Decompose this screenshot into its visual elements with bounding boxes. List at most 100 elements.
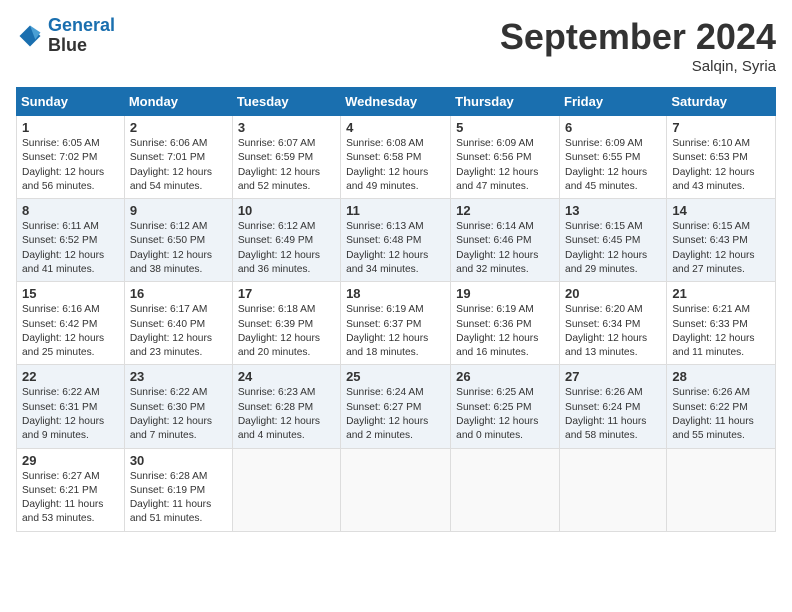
day-info: Sunrise: 6:26 AMSunset: 6:22 PMDaylight:…: [672, 387, 753, 441]
calendar-cell: 7 Sunrise: 6:10 AMSunset: 6:53 PMDayligh…: [667, 116, 776, 199]
day-number: 18: [346, 286, 445, 301]
day-info: Sunrise: 6:26 AMSunset: 6:24 PMDaylight:…: [565, 387, 646, 441]
calendar-cell: 27 Sunrise: 6:26 AMSunset: 6:24 PMDaylig…: [560, 365, 667, 448]
calendar-header-friday: Friday: [560, 88, 667, 116]
calendar-cell: 9 Sunrise: 6:12 AMSunset: 6:50 PMDayligh…: [124, 199, 232, 282]
calendar-cell: 23 Sunrise: 6:22 AMSunset: 6:30 PMDaylig…: [124, 365, 232, 448]
day-number: 27: [565, 369, 661, 384]
calendar-cell: 15 Sunrise: 6:16 AMSunset: 6:42 PMDaylig…: [17, 282, 125, 365]
day-info: Sunrise: 6:18 AMSunset: 6:39 PMDaylight:…: [238, 304, 320, 358]
day-info: Sunrise: 6:08 AMSunset: 6:58 PMDaylight:…: [346, 138, 428, 192]
day-info: Sunrise: 6:15 AMSunset: 6:43 PMDaylight:…: [672, 221, 754, 275]
day-number: 17: [238, 286, 335, 301]
day-info: Sunrise: 6:27 AMSunset: 6:21 PMDaylight:…: [22, 471, 103, 525]
calendar-cell: 17 Sunrise: 6:18 AMSunset: 6:39 PMDaylig…: [232, 282, 340, 365]
calendar-week-row: 1 Sunrise: 6:05 AMSunset: 7:02 PMDayligh…: [17, 116, 776, 199]
month-title: September 2024: [500, 16, 776, 58]
calendar-header-saturday: Saturday: [667, 88, 776, 116]
day-number: 7: [672, 120, 770, 135]
day-info: Sunrise: 6:21 AMSunset: 6:33 PMDaylight:…: [672, 304, 754, 358]
calendar-cell: 20 Sunrise: 6:20 AMSunset: 6:34 PMDaylig…: [560, 282, 667, 365]
calendar-header-tuesday: Tuesday: [232, 88, 340, 116]
calendar-cell: 22 Sunrise: 6:22 AMSunset: 6:31 PMDaylig…: [17, 365, 125, 448]
calendar-cell: 4 Sunrise: 6:08 AMSunset: 6:58 PMDayligh…: [341, 116, 451, 199]
calendar-cell: 8 Sunrise: 6:11 AMSunset: 6:52 PMDayligh…: [17, 199, 125, 282]
day-number: 12: [456, 203, 554, 218]
calendar-week-row: 29 Sunrise: 6:27 AMSunset: 6:21 PMDaylig…: [17, 448, 776, 531]
calendar-header-sunday: Sunday: [17, 88, 125, 116]
day-info: Sunrise: 6:22 AMSunset: 6:30 PMDaylight:…: [130, 387, 212, 441]
calendar-cell: 24 Sunrise: 6:23 AMSunset: 6:28 PMDaylig…: [232, 365, 340, 448]
day-info: Sunrise: 6:13 AMSunset: 6:48 PMDaylight:…: [346, 221, 428, 275]
calendar-cell: [341, 448, 451, 531]
calendar-cell: [667, 448, 776, 531]
day-number: 1: [22, 120, 119, 135]
day-number: 26: [456, 369, 554, 384]
day-number: 2: [130, 120, 227, 135]
day-number: 10: [238, 203, 335, 218]
day-number: 22: [22, 369, 119, 384]
day-number: 28: [672, 369, 770, 384]
calendar-week-row: 22 Sunrise: 6:22 AMSunset: 6:31 PMDaylig…: [17, 365, 776, 448]
calendar-cell: 6 Sunrise: 6:09 AMSunset: 6:55 PMDayligh…: [560, 116, 667, 199]
calendar-header-thursday: Thursday: [451, 88, 560, 116]
day-info: Sunrise: 6:22 AMSunset: 6:31 PMDaylight:…: [22, 387, 104, 441]
calendar-cell: 1 Sunrise: 6:05 AMSunset: 7:02 PMDayligh…: [17, 116, 125, 199]
calendar-cell: 25 Sunrise: 6:24 AMSunset: 6:27 PMDaylig…: [341, 365, 451, 448]
calendar-cell: 12 Sunrise: 6:14 AMSunset: 6:46 PMDaylig…: [451, 199, 560, 282]
calendar-body: 1 Sunrise: 6:05 AMSunset: 7:02 PMDayligh…: [17, 116, 776, 532]
day-info: Sunrise: 6:10 AMSunset: 6:53 PMDaylight:…: [672, 138, 754, 192]
calendar-cell: 13 Sunrise: 6:15 AMSunset: 6:45 PMDaylig…: [560, 199, 667, 282]
day-number: 20: [565, 286, 661, 301]
day-info: Sunrise: 6:16 AMSunset: 6:42 PMDaylight:…: [22, 304, 104, 358]
calendar-cell: 21 Sunrise: 6:21 AMSunset: 6:33 PMDaylig…: [667, 282, 776, 365]
day-info: Sunrise: 6:15 AMSunset: 6:45 PMDaylight:…: [565, 221, 647, 275]
day-info: Sunrise: 6:12 AMSunset: 6:50 PMDaylight:…: [130, 221, 212, 275]
day-info: Sunrise: 6:09 AMSunset: 6:55 PMDaylight:…: [565, 138, 647, 192]
day-info: Sunrise: 6:11 AMSunset: 6:52 PMDaylight:…: [22, 221, 104, 275]
day-info: Sunrise: 6:14 AMSunset: 6:46 PMDaylight:…: [456, 221, 538, 275]
day-number: 11: [346, 203, 445, 218]
calendar-cell: 19 Sunrise: 6:19 AMSunset: 6:36 PMDaylig…: [451, 282, 560, 365]
logo: General Blue: [16, 16, 115, 56]
day-number: 13: [565, 203, 661, 218]
day-number: 5: [456, 120, 554, 135]
day-number: 16: [130, 286, 227, 301]
calendar-week-row: 15 Sunrise: 6:16 AMSunset: 6:42 PMDaylig…: [17, 282, 776, 365]
day-number: 25: [346, 369, 445, 384]
logo-text: General Blue: [48, 16, 115, 56]
calendar-cell: [451, 448, 560, 531]
calendar-cell: 18 Sunrise: 6:19 AMSunset: 6:37 PMDaylig…: [341, 282, 451, 365]
day-number: 19: [456, 286, 554, 301]
day-info: Sunrise: 6:23 AMSunset: 6:28 PMDaylight:…: [238, 387, 320, 441]
calendar-cell: 2 Sunrise: 6:06 AMSunset: 7:01 PMDayligh…: [124, 116, 232, 199]
page-header: General Blue September 2024 Salqin, Syri…: [16, 16, 776, 75]
calendar-cell: 14 Sunrise: 6:15 AMSunset: 6:43 PMDaylig…: [667, 199, 776, 282]
day-info: Sunrise: 6:09 AMSunset: 6:56 PMDaylight:…: [456, 138, 538, 192]
day-number: 24: [238, 369, 335, 384]
day-info: Sunrise: 6:17 AMSunset: 6:40 PMDaylight:…: [130, 304, 212, 358]
calendar-cell: 10 Sunrise: 6:12 AMSunset: 6:49 PMDaylig…: [232, 199, 340, 282]
calendar-header-monday: Monday: [124, 88, 232, 116]
title-block: September 2024 Salqin, Syria: [500, 16, 776, 75]
day-number: 15: [22, 286, 119, 301]
calendar-cell: 11 Sunrise: 6:13 AMSunset: 6:48 PMDaylig…: [341, 199, 451, 282]
day-info: Sunrise: 6:06 AMSunset: 7:01 PMDaylight:…: [130, 138, 212, 192]
calendar-cell: 5 Sunrise: 6:09 AMSunset: 6:56 PMDayligh…: [451, 116, 560, 199]
calendar-cell: 29 Sunrise: 6:27 AMSunset: 6:21 PMDaylig…: [17, 448, 125, 531]
day-number: 8: [22, 203, 119, 218]
day-info: Sunrise: 6:07 AMSunset: 6:59 PMDaylight:…: [238, 138, 320, 192]
day-info: Sunrise: 6:19 AMSunset: 6:37 PMDaylight:…: [346, 304, 428, 358]
day-info: Sunrise: 6:24 AMSunset: 6:27 PMDaylight:…: [346, 387, 428, 441]
calendar-cell: 3 Sunrise: 6:07 AMSunset: 6:59 PMDayligh…: [232, 116, 340, 199]
day-number: 4: [346, 120, 445, 135]
calendar-cell: [560, 448, 667, 531]
calendar-header-row: SundayMondayTuesdayWednesdayThursdayFrid…: [17, 88, 776, 116]
day-info: Sunrise: 6:19 AMSunset: 6:36 PMDaylight:…: [456, 304, 538, 358]
day-number: 9: [130, 203, 227, 218]
day-info: Sunrise: 6:25 AMSunset: 6:25 PMDaylight:…: [456, 387, 538, 441]
day-number: 23: [130, 369, 227, 384]
calendar-cell: 28 Sunrise: 6:26 AMSunset: 6:22 PMDaylig…: [667, 365, 776, 448]
day-number: 30: [130, 453, 227, 468]
day-number: 21: [672, 286, 770, 301]
